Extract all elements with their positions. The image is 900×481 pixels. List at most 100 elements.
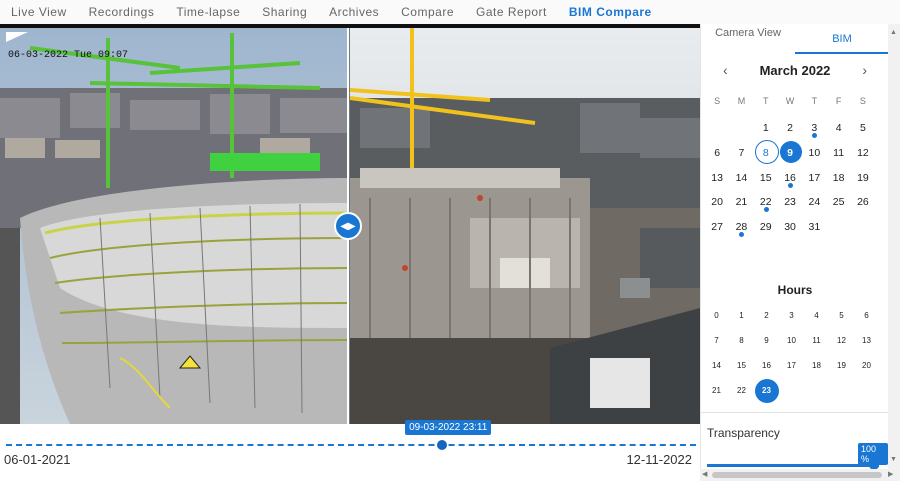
timeline-start-date: 06-01-2021 — [4, 452, 71, 467]
nav-tab-recordings[interactable]: Recordings — [78, 0, 166, 24]
hour-cell[interactable]: 16 — [754, 354, 779, 379]
calendar-day-number: 7 — [738, 146, 745, 159]
panel-vertical-scrollbar[interactable]: ▲ ▼ — [888, 24, 900, 471]
hour-cell[interactable]: 1 — [729, 304, 754, 329]
calendar-day[interactable]: 17 — [802, 166, 826, 191]
calendar-day-number: 26 — [857, 196, 869, 209]
scroll-down-icon[interactable]: ▼ — [890, 456, 897, 463]
calendar-day[interactable]: 21 — [729, 190, 753, 215]
calendar-day-number: 1 — [762, 122, 769, 134]
hour-cell[interactable]: 20 — [854, 354, 879, 379]
weekday-label: S — [859, 96, 866, 106]
calendar-day-number: 23 — [784, 196, 796, 209]
calendar-day[interactable]: 23 — [778, 190, 802, 215]
panel-horizontal-scrollbar[interactable]: ◀ ▶ — [700, 469, 900, 481]
hour-cell[interactable]: 10 — [779, 329, 804, 354]
calendar-day[interactable]: 15 — [754, 166, 778, 191]
hour-cell[interactable]: 6 — [854, 304, 879, 329]
calendar-day[interactable]: 24 — [802, 190, 826, 215]
hour-cell[interactable]: 12 — [829, 329, 854, 354]
calendar-day[interactable]: 27 — [705, 215, 729, 240]
hour-number: 18 — [812, 361, 821, 370]
calendar-day[interactable]: 12 — [851, 141, 875, 166]
calendar-day[interactable]: 30 — [778, 215, 802, 240]
hour-cell[interactable]: 7 — [704, 329, 729, 354]
calendar-day[interactable]: 8 — [754, 139, 779, 166]
hour-cell[interactable]: 9 — [754, 329, 779, 354]
hour-cell[interactable]: 2 — [754, 304, 779, 329]
calendar-day[interactable]: 11 — [826, 141, 850, 166]
scroll-up-icon[interactable]: ▲ — [890, 29, 897, 36]
timeline-thumb[interactable] — [437, 440, 448, 450]
calendar-day[interactable]: 31 — [802, 215, 826, 240]
chevron-right-icon[interactable]: › — [862, 62, 867, 78]
calendar-day[interactable]: 2 — [778, 116, 802, 141]
nav-tab-archives[interactable]: Archives — [318, 0, 390, 24]
calendar-day[interactable]: 20 — [705, 190, 729, 215]
hour-cell[interactable]: 8 — [729, 329, 754, 354]
calendar-day[interactable]: 7 — [729, 141, 753, 166]
calendar-day[interactable]: 18 — [826, 166, 850, 191]
hour-cell[interactable]: 3 — [779, 304, 804, 329]
play-indicator-icon — [6, 32, 28, 42]
tab-camera-view[interactable]: Camera View — [701, 24, 795, 54]
calendar-day-number: 2 — [787, 122, 793, 134]
scroll-left-icon[interactable]: ◀ — [702, 470, 707, 478]
hour-cell[interactable]: 4 — [804, 304, 829, 329]
calendar-day[interactable]: 19 — [851, 166, 875, 191]
hour-cell[interactable]: 19 — [829, 354, 854, 379]
calendar-day[interactable]: 25 — [826, 190, 850, 215]
calendar-header: ‹ March 2022 › — [701, 60, 889, 80]
hour-cell[interactable]: 18 — [804, 354, 829, 379]
nav-tab-time-lapse[interactable]: Time-lapse — [165, 0, 251, 24]
calendar-day[interactable]: 16 — [778, 166, 802, 191]
calendar-day[interactable]: 1 — [754, 116, 778, 141]
calendar-day[interactable]: 9 — [778, 140, 803, 166]
calendar-day-number: 6 — [714, 146, 721, 159]
weekday-label: M — [737, 96, 746, 106]
calendar-day[interactable]: 29 — [754, 215, 778, 240]
nav-tab-bim-compare[interactable]: BIM Compare — [558, 0, 663, 24]
calendar-day[interactable]: 6 — [705, 141, 729, 166]
bim-model-render — [0, 28, 348, 424]
calendar-day[interactable]: 3 — [802, 116, 826, 141]
hour-cell[interactable]: 21 — [704, 379, 729, 404]
hour-cell[interactable]: 22 — [729, 379, 754, 404]
timeline-track[interactable] — [6, 444, 696, 446]
bim-compare-viewer[interactable]: 06-03-2022 Tue 09:07 ◀▶ — [0, 28, 700, 424]
hour-cell[interactable]: 17 — [779, 354, 804, 379]
calendar-day[interactable]: 26 — [851, 190, 875, 215]
calendar-day[interactable]: 10 — [802, 141, 826, 166]
calendar-day[interactable]: 22 — [754, 190, 778, 215]
hour-cell[interactable]: 15 — [729, 354, 754, 379]
hour-cell[interactable]: 14 — [704, 354, 729, 379]
nav-tab-gate-report[interactable]: Gate Report — [465, 0, 558, 24]
hour-cell[interactable]: 13 — [854, 329, 879, 354]
recording-marker-dot — [739, 232, 745, 238]
hour-cell[interactable]: 23 — [754, 379, 779, 404]
calendar-day[interactable]: 13 — [705, 166, 729, 191]
calendar-day[interactable]: 4 — [826, 116, 850, 141]
calendar-day-number: 30 — [784, 221, 796, 234]
hour-cell[interactable]: 0 — [704, 304, 729, 329]
hour-cell[interactable]: 11 — [804, 329, 829, 354]
calendar-day[interactable]: 14 — [729, 166, 753, 191]
hour-number: 8 — [739, 336, 744, 345]
tab-bim[interactable]: BIM — [795, 24, 889, 54]
calendar-day-number: 29 — [759, 221, 772, 234]
calendar-day[interactable]: 28 — [729, 215, 753, 240]
calendar-day-number: 24 — [808, 196, 821, 209]
transparency-slider-track[interactable] — [707, 464, 879, 467]
calendar-day-number: 9 — [787, 146, 793, 159]
chevron-left-icon[interactable]: ‹ — [723, 62, 728, 78]
hour-cell[interactable]: 5 — [829, 304, 854, 329]
hour-number: 15 — [737, 361, 746, 370]
hour-number: 16 — [762, 361, 771, 370]
scroll-right-icon[interactable]: ▶ — [888, 470, 893, 478]
nav-tab-compare[interactable]: Compare — [390, 0, 465, 24]
compare-slider-handle-icon[interactable]: ◀▶ — [334, 212, 362, 240]
nav-tab-live-view[interactable]: Live View — [0, 0, 78, 24]
calendar-day[interactable]: 5 — [851, 116, 875, 141]
horizontal-scroll-thumb[interactable] — [712, 472, 882, 478]
nav-tab-sharing[interactable]: Sharing — [251, 0, 318, 24]
